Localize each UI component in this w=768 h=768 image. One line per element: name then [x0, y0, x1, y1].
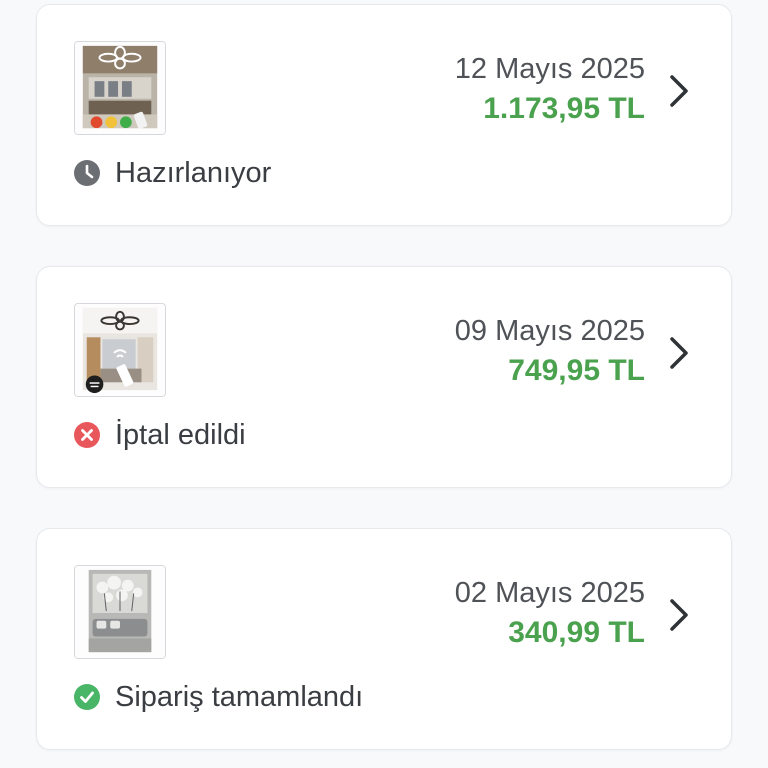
- status-label: Sipariş tamamlandı: [115, 680, 364, 713]
- chevron-right-icon[interactable]: [665, 71, 693, 111]
- order-card[interactable]: 12 Mayıs 2025 1.173,95 TL Hazırlanıyor: [36, 4, 732, 226]
- order-price: 1.173,95 TL: [483, 92, 645, 125]
- product-thumbnail: [74, 41, 166, 135]
- product-thumbnail: [74, 565, 166, 659]
- order-date: 12 Mayıs 2025: [454, 53, 645, 85]
- order-price: 749,95 TL: [508, 354, 645, 387]
- order-status: Hazırlanıyor: [73, 155, 271, 191]
- order-status: İptal edildi: [73, 417, 246, 453]
- order-status: Sipariş tamamlandı: [73, 679, 363, 715]
- product-thumbnail: [74, 303, 166, 397]
- order-date: 02 Mayıs 2025: [454, 577, 645, 609]
- clock-icon: [74, 160, 100, 186]
- order-card[interactable]: 09 Mayıs 2025 749,95 TL İptal edildi: [36, 266, 732, 488]
- order-price: 340,99 TL: [508, 616, 645, 649]
- chevron-right-icon[interactable]: [665, 595, 693, 635]
- chevron-right-icon[interactable]: [665, 333, 693, 373]
- cancel-x-icon: [74, 422, 100, 448]
- order-card[interactable]: 02 Mayıs 2025 340,99 TL Sipariş tamamlan…: [36, 528, 732, 750]
- status-label: İptal edildi: [115, 418, 246, 451]
- status-label: Hazırlanıyor: [115, 156, 272, 189]
- order-date: 09 Mayıs 2025: [454, 315, 645, 347]
- order-list: 12 Mayıs 2025 1.173,95 TL Hazırlanıyor 0…: [0, 0, 768, 768]
- check-circle-icon: [74, 684, 100, 710]
